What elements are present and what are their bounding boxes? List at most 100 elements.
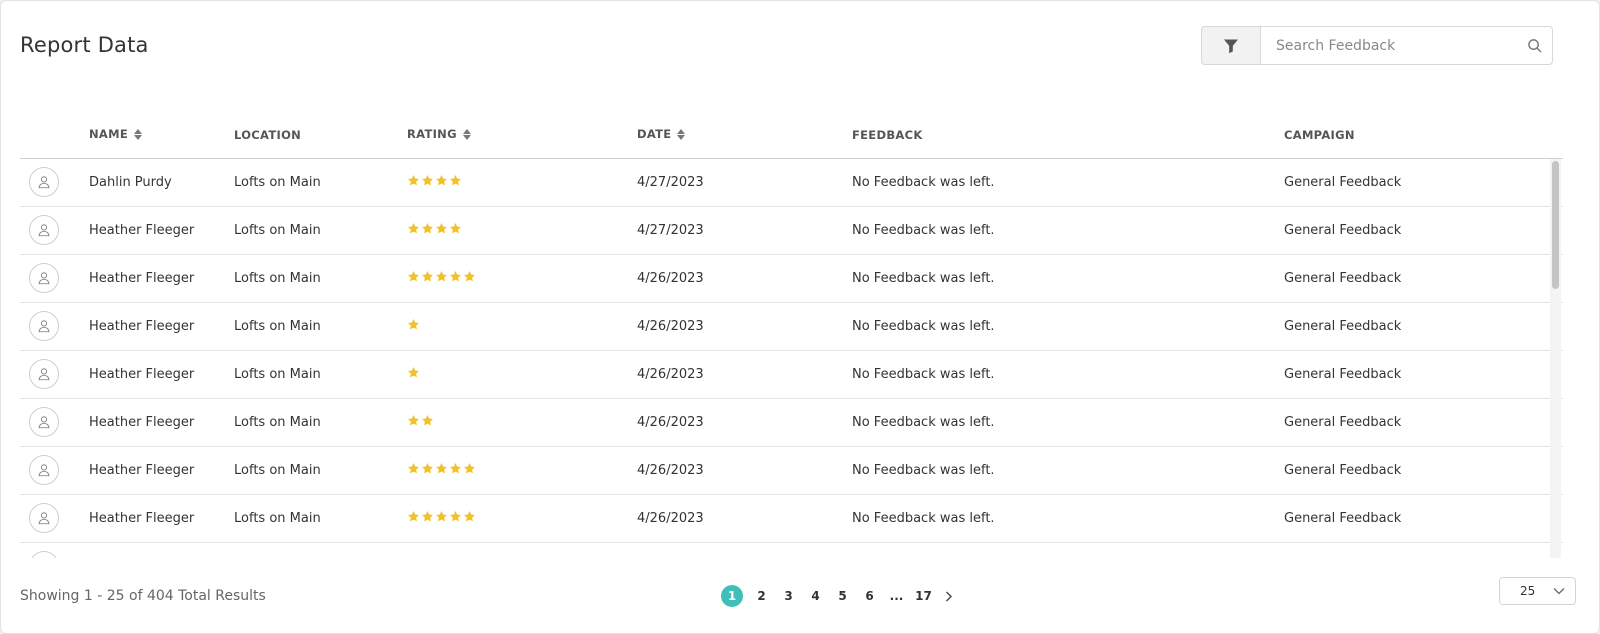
table-row[interactable]: Heather Fleeger Lofts on Main 4/26/2023 No …: [20, 399, 1563, 447]
user-icon: [29, 359, 59, 389]
cell-campaign: General Feedback: [1284, 463, 1402, 478]
search-input[interactable]: [1261, 27, 1516, 64]
table-row[interactable]: Heather Fleeger Lofts on Main 4/26/2023 No …: [20, 351, 1563, 399]
page-button-2[interactable]: 2: [748, 584, 775, 608]
cell-date: 4/27/2023: [637, 175, 704, 190]
column-header-feedback: FEEDBACK: [852, 128, 923, 142]
cell-date: 4/26/2023: [637, 415, 704, 430]
star-icon: [435, 510, 448, 523]
star-icon: [435, 222, 448, 235]
table-row[interactable]: Heather Fleeger Lofts on Main 4/26/2023 No …: [20, 255, 1563, 303]
sort-icon[interactable]: [462, 128, 471, 140]
star-icon: [407, 510, 420, 523]
star-icon: [435, 270, 448, 283]
cell-location: Lofts on Main: [234, 319, 321, 334]
column-header-date[interactable]: DATE: [637, 127, 686, 141]
table-row[interactable]: Heather Fleeger Lofts on Main 4/27/2023 No …: [20, 207, 1563, 255]
star-icon: [407, 174, 420, 187]
cell-location: Lofts on Main: [234, 511, 321, 526]
star-icon: [421, 510, 434, 523]
cell-campaign: General Feedback: [1284, 319, 1402, 334]
page-button-1[interactable]: 1: [721, 585, 743, 607]
cell-feedback: No Feedback was left.: [852, 463, 995, 478]
star-icon: [421, 174, 434, 187]
cell-campaign: General Feedback: [1284, 511, 1402, 526]
user-icon: [29, 455, 59, 485]
cell-name: Heather Fleeger: [89, 463, 195, 478]
search-icon[interactable]: [1516, 38, 1552, 53]
cell-name: Heather Fleeger: [89, 271, 195, 286]
page-button-6[interactable]: 6: [856, 584, 883, 608]
report-card: Report Data NAME LOCATION RATING DATE: [0, 0, 1600, 634]
star-icon: [449, 270, 462, 283]
star-icon: [449, 222, 462, 235]
page-button-17[interactable]: 17: [910, 584, 937, 608]
column-header-campaign: CAMPAIGN: [1284, 128, 1355, 142]
rating-stars: [407, 174, 462, 187]
table-row[interactable]: Dahlin Purdy Lofts on Main 4/27/2023 No Fee…: [20, 159, 1563, 207]
star-icon: [407, 318, 420, 331]
scrollbar-thumb[interactable]: [1552, 161, 1559, 289]
filter-button[interactable]: [1201, 26, 1261, 65]
cell-name: Heather Fleeger: [89, 367, 195, 382]
filter-icon: [1224, 39, 1238, 53]
cell-location: Lofts on Main: [234, 415, 321, 430]
per-page-select[interactable]: 25: [1499, 577, 1576, 605]
cell-location: Lofts on Main: [234, 175, 321, 190]
cell-campaign: General Feedback: [1284, 271, 1402, 286]
column-header-name[interactable]: NAME: [89, 127, 143, 141]
user-icon: [29, 167, 59, 197]
column-header-rating[interactable]: RATING: [407, 127, 471, 141]
star-icon: [407, 270, 420, 283]
star-icon: [421, 270, 434, 283]
cell-feedback: No Feedback was left.: [852, 415, 995, 430]
page-button-3[interactable]: 3: [775, 584, 802, 608]
user-icon: [29, 263, 59, 293]
column-header-location: LOCATION: [234, 128, 302, 142]
cell-date: 4/26/2023: [637, 463, 704, 478]
rating-stars: [407, 510, 476, 523]
cell-date: 4/27/2023: [637, 223, 704, 238]
search-box: [1260, 26, 1553, 65]
cell-feedback: No Feedback was left.: [852, 271, 995, 286]
cell-location: Lofts on Main: [234, 367, 321, 382]
cell-feedback: No Feedback was left.: [852, 367, 995, 382]
page-button-5[interactable]: 5: [829, 584, 856, 608]
cell-feedback: No Feedback was left.: [852, 223, 995, 238]
star-icon: [449, 462, 462, 475]
cell-date: 4/26/2023: [637, 319, 704, 334]
chevron-right-icon[interactable]: [937, 584, 961, 608]
cell-feedback: No Feedback was left.: [852, 175, 995, 190]
user-icon: [29, 503, 59, 533]
page-title: Report Data: [20, 33, 149, 57]
sort-icon[interactable]: [677, 128, 686, 140]
rating-stars: [407, 222, 462, 235]
table-row[interactable]: Heather Fleeger Lofts on Main 4/26/2023 No …: [20, 495, 1563, 543]
page-button-4[interactable]: 4: [802, 584, 829, 608]
user-icon: [29, 551, 59, 558]
user-icon: [29, 311, 59, 341]
table-row[interactable]: [20, 543, 1563, 558]
cell-campaign: General Feedback: [1284, 415, 1402, 430]
rating-stars: [407, 462, 476, 475]
cell-location: Lofts on Main: [234, 271, 321, 286]
cell-location: Lofts on Main: [234, 223, 321, 238]
scrollbar[interactable]: [1550, 159, 1561, 558]
rating-stars: [407, 414, 434, 427]
star-icon: [421, 462, 434, 475]
pagination-ellipsis: ...: [889, 589, 904, 603]
cell-feedback: No Feedback was left.: [852, 511, 995, 526]
sort-icon[interactable]: [134, 128, 143, 140]
star-icon: [463, 510, 476, 523]
table-body: Dahlin Purdy Lofts on Main 4/27/2023 No Fee…: [20, 159, 1563, 558]
rating-stars: [407, 366, 420, 379]
cell-campaign: General Feedback: [1284, 175, 1402, 190]
table-row[interactable]: Heather Fleeger Lofts on Main 4/26/2023 No …: [20, 303, 1563, 351]
cell-name: Heather Fleeger: [89, 511, 195, 526]
cell-name: Dahlin Purdy: [89, 175, 172, 190]
results-summary: Showing 1 - 25 of 404 Total Results: [20, 588, 266, 604]
table-header: NAME LOCATION RATING DATE FEEDBACK CAMPA…: [20, 109, 1563, 159]
rating-stars: [407, 318, 420, 331]
pagination: 1 2 3 4 5 6... 17: [721, 584, 961, 608]
table-row[interactable]: Heather Fleeger Lofts on Main 4/26/2023 No …: [20, 447, 1563, 495]
